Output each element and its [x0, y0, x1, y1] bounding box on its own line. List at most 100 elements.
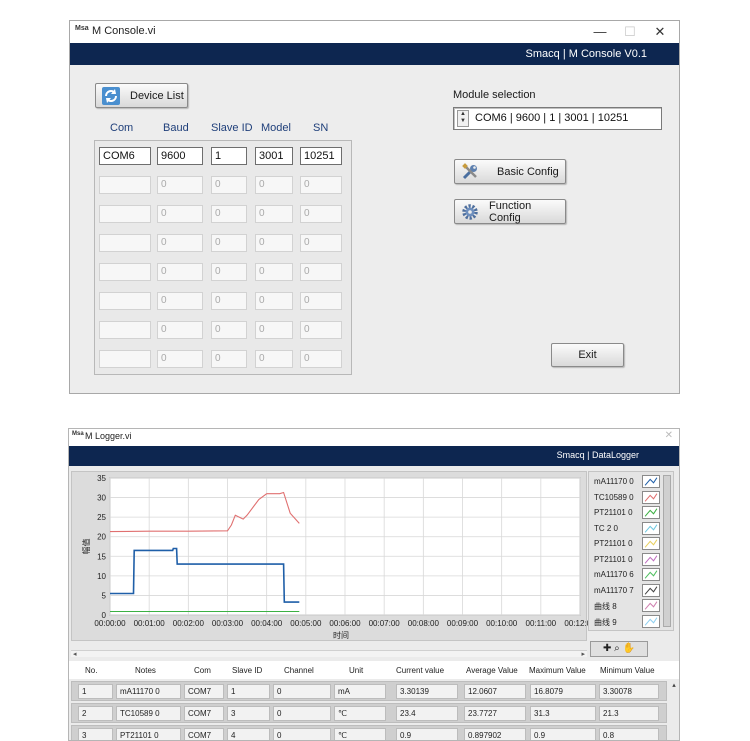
legend-item[interactable]: 曲线 8: [592, 599, 672, 614]
legend-scrollbar[interactable]: [663, 475, 671, 627]
device-slave-id-field[interactable]: 0: [211, 350, 247, 368]
device-sn-field[interactable]: 0: [300, 205, 342, 223]
device-model-field[interactable]: 0: [255, 176, 293, 194]
device-baud-field[interactable]: 0: [157, 263, 203, 281]
device-model-field[interactable]: 0: [255, 350, 293, 368]
device-baud-field[interactable]: 0: [157, 321, 203, 339]
x-axis-label: 时间: [333, 630, 349, 640]
legend-item-label: TC 2 0: [594, 523, 619, 533]
device-baud-field[interactable]: 0: [157, 176, 203, 194]
table-cell: PT21101 0: [116, 728, 181, 740]
logger-banner: Smacq | DataLogger: [69, 446, 679, 466]
scroll-right-icon[interactable]: ▸: [581, 651, 585, 658]
console-banner-text: Smacq | M Console V0.1: [525, 48, 647, 60]
legend-swatch-icon: [642, 552, 660, 566]
waveform-chart[interactable]: 00:00:00 00:01:00 00:02:00 00:03:00 00:04:00…: [72, 472, 596, 642]
device-slave-id-field[interactable]: 0: [211, 292, 247, 310]
device-slave-id-field[interactable]: 0: [211, 263, 247, 281]
device-model-field[interactable]: 0: [255, 263, 293, 281]
device-slave-id-field[interactable]: 1: [211, 147, 247, 165]
device-slave-id-field[interactable]: 0: [211, 321, 247, 339]
device-model-field[interactable]: 3001: [255, 147, 293, 165]
device-list-label: Device List: [130, 89, 184, 102]
device-sn-field[interactable]: 0: [300, 234, 342, 252]
table-cell: 31.3: [530, 706, 596, 721]
legend-item[interactable]: TC10589 0: [592, 490, 672, 506]
x-tick-label: 00:11:00: [526, 619, 557, 628]
gear-icon: [462, 204, 478, 220]
app-logo-icon: Msa: [75, 25, 89, 32]
legend-item[interactable]: TC 2 0: [592, 521, 672, 537]
basic-config-button[interactable]: Basic Config: [454, 159, 566, 184]
device-sn-field[interactable]: 10251: [300, 147, 342, 165]
y-tick-label: 10: [97, 572, 106, 581]
close-button[interactable]: ✕: [645, 22, 675, 42]
device-com-field[interactable]: [99, 176, 151, 194]
legend-item[interactable]: mA11170 6: [592, 568, 672, 583]
exit-button[interactable]: Exit: [551, 343, 624, 367]
device-model-field[interactable]: 0: [255, 321, 293, 339]
device-com-field[interactable]: [99, 350, 151, 368]
table-vertical-scrollbar[interactable]: ▴: [670, 681, 678, 740]
device-baud-field[interactable]: 9600: [157, 147, 203, 165]
chart-horizontal-scrollbar[interactable]: ◂ ▸: [71, 650, 587, 658]
device-com-field[interactable]: [99, 234, 151, 252]
legend-item[interactable]: PT21101 0: [592, 506, 672, 521]
spinner-arrows-icon[interactable]: ▲ ▼: [457, 110, 469, 127]
plot-legend: mA11170 0 TC10589 0 PT21101 0 TC 2 0 PT21101…: [588, 471, 674, 631]
legend-item[interactable]: PT21101 0: [592, 537, 672, 552]
x-tick-label: 00:12:00: [564, 619, 588, 628]
refresh-icon: [102, 87, 120, 105]
module-selection-dropdown[interactable]: ▲ ▼ COM6 | 9600 | 1 | 3001 | 10251: [453, 107, 662, 130]
legend-item[interactable]: 曲线 9: [592, 614, 672, 630]
device-com-field[interactable]: [99, 205, 151, 223]
device-slave-id-field[interactable]: 0: [211, 234, 247, 252]
scroll-left-icon[interactable]: ◂: [73, 651, 77, 658]
graph-tools-palette[interactable]: ✚ ⌕ ✋: [590, 641, 648, 657]
table-cell: 2: [78, 706, 113, 721]
y-tick-label: 15: [97, 552, 106, 561]
x-tick-label: 00:03:00: [212, 619, 244, 628]
table-row[interactable]: 2 TC10589 0 COM7 3 0 ℃ 23.4 23.7727 31.3 21.3: [71, 703, 667, 723]
device-model-field[interactable]: 0: [255, 292, 293, 310]
device-com-field[interactable]: [99, 263, 151, 281]
device-slave-id-field[interactable]: 0: [211, 176, 247, 194]
function-config-button[interactable]: Function Config: [454, 199, 566, 224]
legend-item[interactable]: PT21101 0: [592, 552, 672, 568]
console-window: Msa M Console.vi — ☐ ✕ Smacq | M Console…: [69, 20, 680, 394]
legend-swatch-icon: [642, 583, 660, 597]
device-baud-field[interactable]: 0: [157, 350, 203, 368]
table-column-header: Current value: [396, 666, 445, 675]
y-tick-label: 20: [97, 533, 106, 542]
device-sn-field[interactable]: 0: [300, 321, 342, 339]
y-tick-label: 35: [97, 474, 106, 483]
device-model-field[interactable]: 0: [255, 205, 293, 223]
device-com-field[interactable]: COM6: [99, 147, 151, 165]
device-sn-field[interactable]: 0: [300, 292, 342, 310]
maximize-button[interactable]: ☐: [615, 22, 645, 42]
device-baud-field[interactable]: 0: [157, 205, 203, 223]
device-list-button[interactable]: Device List: [95, 83, 188, 108]
table-row[interactable]: 3 PT21101 0 COM7 4 0 ℃ 0.9 0.897902 0.9 0.8: [71, 725, 667, 740]
device-sn-field[interactable]: 0: [300, 263, 342, 281]
legend-item[interactable]: mA11170 7: [592, 583, 672, 599]
table-cell: 1: [78, 684, 113, 699]
scroll-up-icon[interactable]: ▴: [672, 682, 676, 689]
device-com-field[interactable]: [99, 292, 151, 310]
device-slave-id-field[interactable]: 0: [211, 205, 247, 223]
device-sn-field[interactable]: 0: [300, 176, 342, 194]
column-header-slave-id: Slave ID: [211, 122, 253, 134]
waveform-chart-frame: 00:00:00 00:01:00 00:02:00 00:03:00 00:04:00…: [71, 471, 596, 642]
device-baud-field[interactable]: 0: [157, 292, 203, 310]
device-model-field[interactable]: 0: [255, 234, 293, 252]
exit-label: Exit: [578, 349, 597, 361]
table-row[interactable]: 1 mA11170 0 COM7 1 0 mA 3.30139 12.0607 16.8079 3…: [71, 681, 667, 701]
table-cell: COM7: [184, 706, 224, 721]
minimize-button[interactable]: —: [585, 22, 615, 42]
device-com-field[interactable]: [99, 321, 151, 339]
logger-close-button[interactable]: ✕: [665, 430, 673, 441]
logger-window: Msa M Logger.vi ✕ Smacq | DataLogger 00:…: [68, 428, 680, 741]
legend-item[interactable]: mA11170 0: [592, 475, 672, 490]
device-sn-field[interactable]: 0: [300, 350, 342, 368]
device-baud-field[interactable]: 0: [157, 234, 203, 252]
